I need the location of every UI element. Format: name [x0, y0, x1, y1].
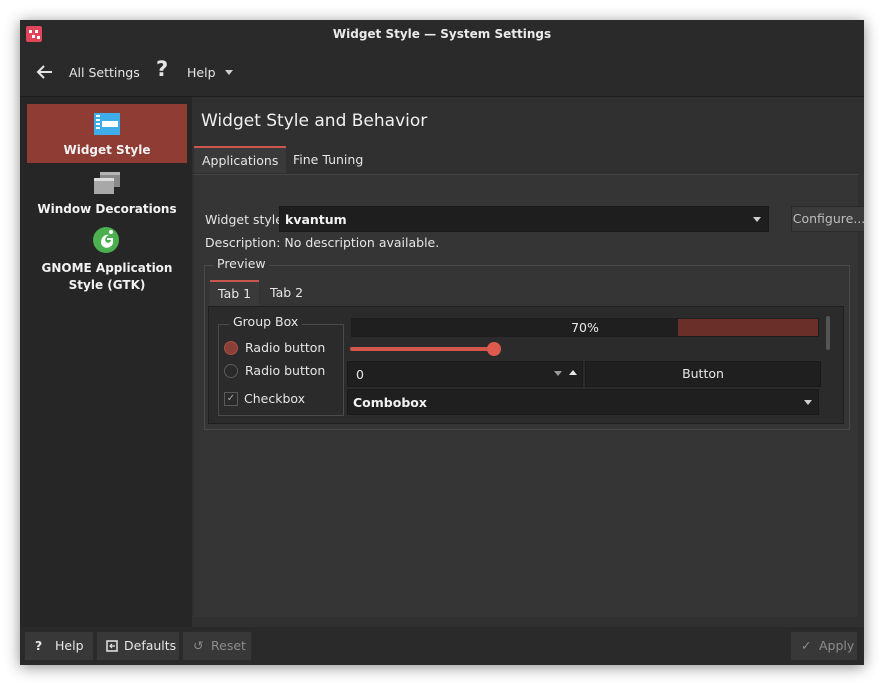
widget-style-combobox[interactable]: kvantum: [279, 206, 769, 232]
preview-label: Preview: [214, 256, 269, 271]
preview-scrollbar[interactable]: [826, 316, 830, 350]
sidebar-item-label: Widget Style: [63, 143, 151, 157]
help-icon[interactable]: ?: [156, 57, 168, 81]
sidebar-item-gnome-gtk[interactable]: GNOME Application Style (GTK): [27, 222, 187, 298]
window-title: Widget Style — System Settings: [332, 27, 552, 41]
progress-text: 70%: [571, 320, 599, 335]
reset-button[interactable]: ↺ Reset: [182, 631, 252, 661]
preview-button[interactable]: Button: [585, 361, 821, 387]
checkbox-label: Checkbox: [244, 391, 306, 406]
progress-bar: 70%: [351, 318, 819, 337]
widget-style-label: Widget style:: [205, 212, 288, 227]
radio-button-2[interactable]: [224, 364, 238, 378]
toolbar: All Settings ? Help: [20, 48, 864, 97]
spin-down-icon[interactable]: [554, 371, 562, 376]
gnome-icon: [93, 227, 119, 253]
description-text: Description: No description available.: [205, 235, 440, 250]
sidebar-item-label: Window Decorations: [37, 202, 177, 216]
group-box-label: Group Box: [229, 314, 303, 329]
bottom-bar: ? Help Defaults ↺ Reset ✓ Apply: [20, 627, 864, 665]
all-settings-button[interactable]: All Settings: [69, 65, 140, 80]
system-settings-window: Widget Style — System Settings All Setti…: [20, 20, 864, 665]
sidebar-item-widget-style[interactable]: Widget Style: [27, 104, 187, 163]
defaults-button[interactable]: Defaults: [96, 631, 180, 661]
page-title: Widget Style and Behavior: [201, 111, 428, 131]
spin-box[interactable]: 0: [347, 361, 583, 387]
widget-style-icon: [94, 113, 120, 135]
chevron-down-icon: [804, 400, 812, 405]
help-button-label: Help: [55, 638, 84, 653]
main-content: Widget Style and Behavior Applications F…: [192, 97, 864, 627]
checkmark-icon: ✓: [801, 638, 812, 653]
back-arrow-icon[interactable]: [34, 61, 56, 83]
reset-icon: ↺: [193, 638, 204, 653]
spin-box-value: 0: [356, 367, 364, 382]
sidebar: Widget Style Window Decorations GNOME Ap…: [20, 97, 192, 627]
tab-fine-tuning[interactable]: Fine Tuning: [285, 146, 371, 173]
widget-style-value: kvantum: [285, 212, 347, 227]
chevron-down-icon[interactable]: [225, 70, 233, 75]
preview-tab-2[interactable]: Tab 2: [262, 280, 311, 306]
tab-applications[interactable]: Applications: [194, 146, 287, 173]
slider-track[interactable]: [350, 347, 495, 351]
reset-button-label: Reset: [211, 638, 246, 653]
help-menu-button[interactable]: Help: [187, 65, 216, 80]
slider-handle[interactable]: [487, 342, 501, 356]
help-icon: ?: [35, 638, 43, 653]
preview-combobox[interactable]: Combobox: [347, 389, 819, 415]
checkbox[interactable]: ✓: [224, 392, 238, 406]
chevron-down-icon: [753, 217, 761, 222]
sidebar-item-label: GNOME Application Style (GTK): [41, 261, 173, 292]
radio-button-1-label: Radio button: [245, 340, 326, 355]
radio-button-1[interactable]: [224, 341, 238, 355]
configure-button[interactable]: Configure...: [791, 206, 864, 232]
defaults-button-label: Defaults: [124, 638, 177, 653]
help-button[interactable]: ? Help: [24, 631, 94, 661]
preview-tab-1[interactable]: Tab 1: [210, 280, 260, 306]
radio-button-2-label: Radio button: [245, 363, 326, 378]
defaults-icon: [106, 640, 118, 652]
spin-up-icon[interactable]: [569, 370, 577, 375]
sidebar-item-window-decorations[interactable]: Window Decorations: [27, 163, 187, 222]
apply-button-label: Apply: [819, 638, 855, 653]
apply-button[interactable]: ✓ Apply: [790, 631, 858, 661]
window-decorations-icon: [94, 172, 120, 194]
preview-combobox-label: Combobox: [353, 395, 427, 410]
title-bar: Widget Style — System Settings: [20, 20, 864, 48]
